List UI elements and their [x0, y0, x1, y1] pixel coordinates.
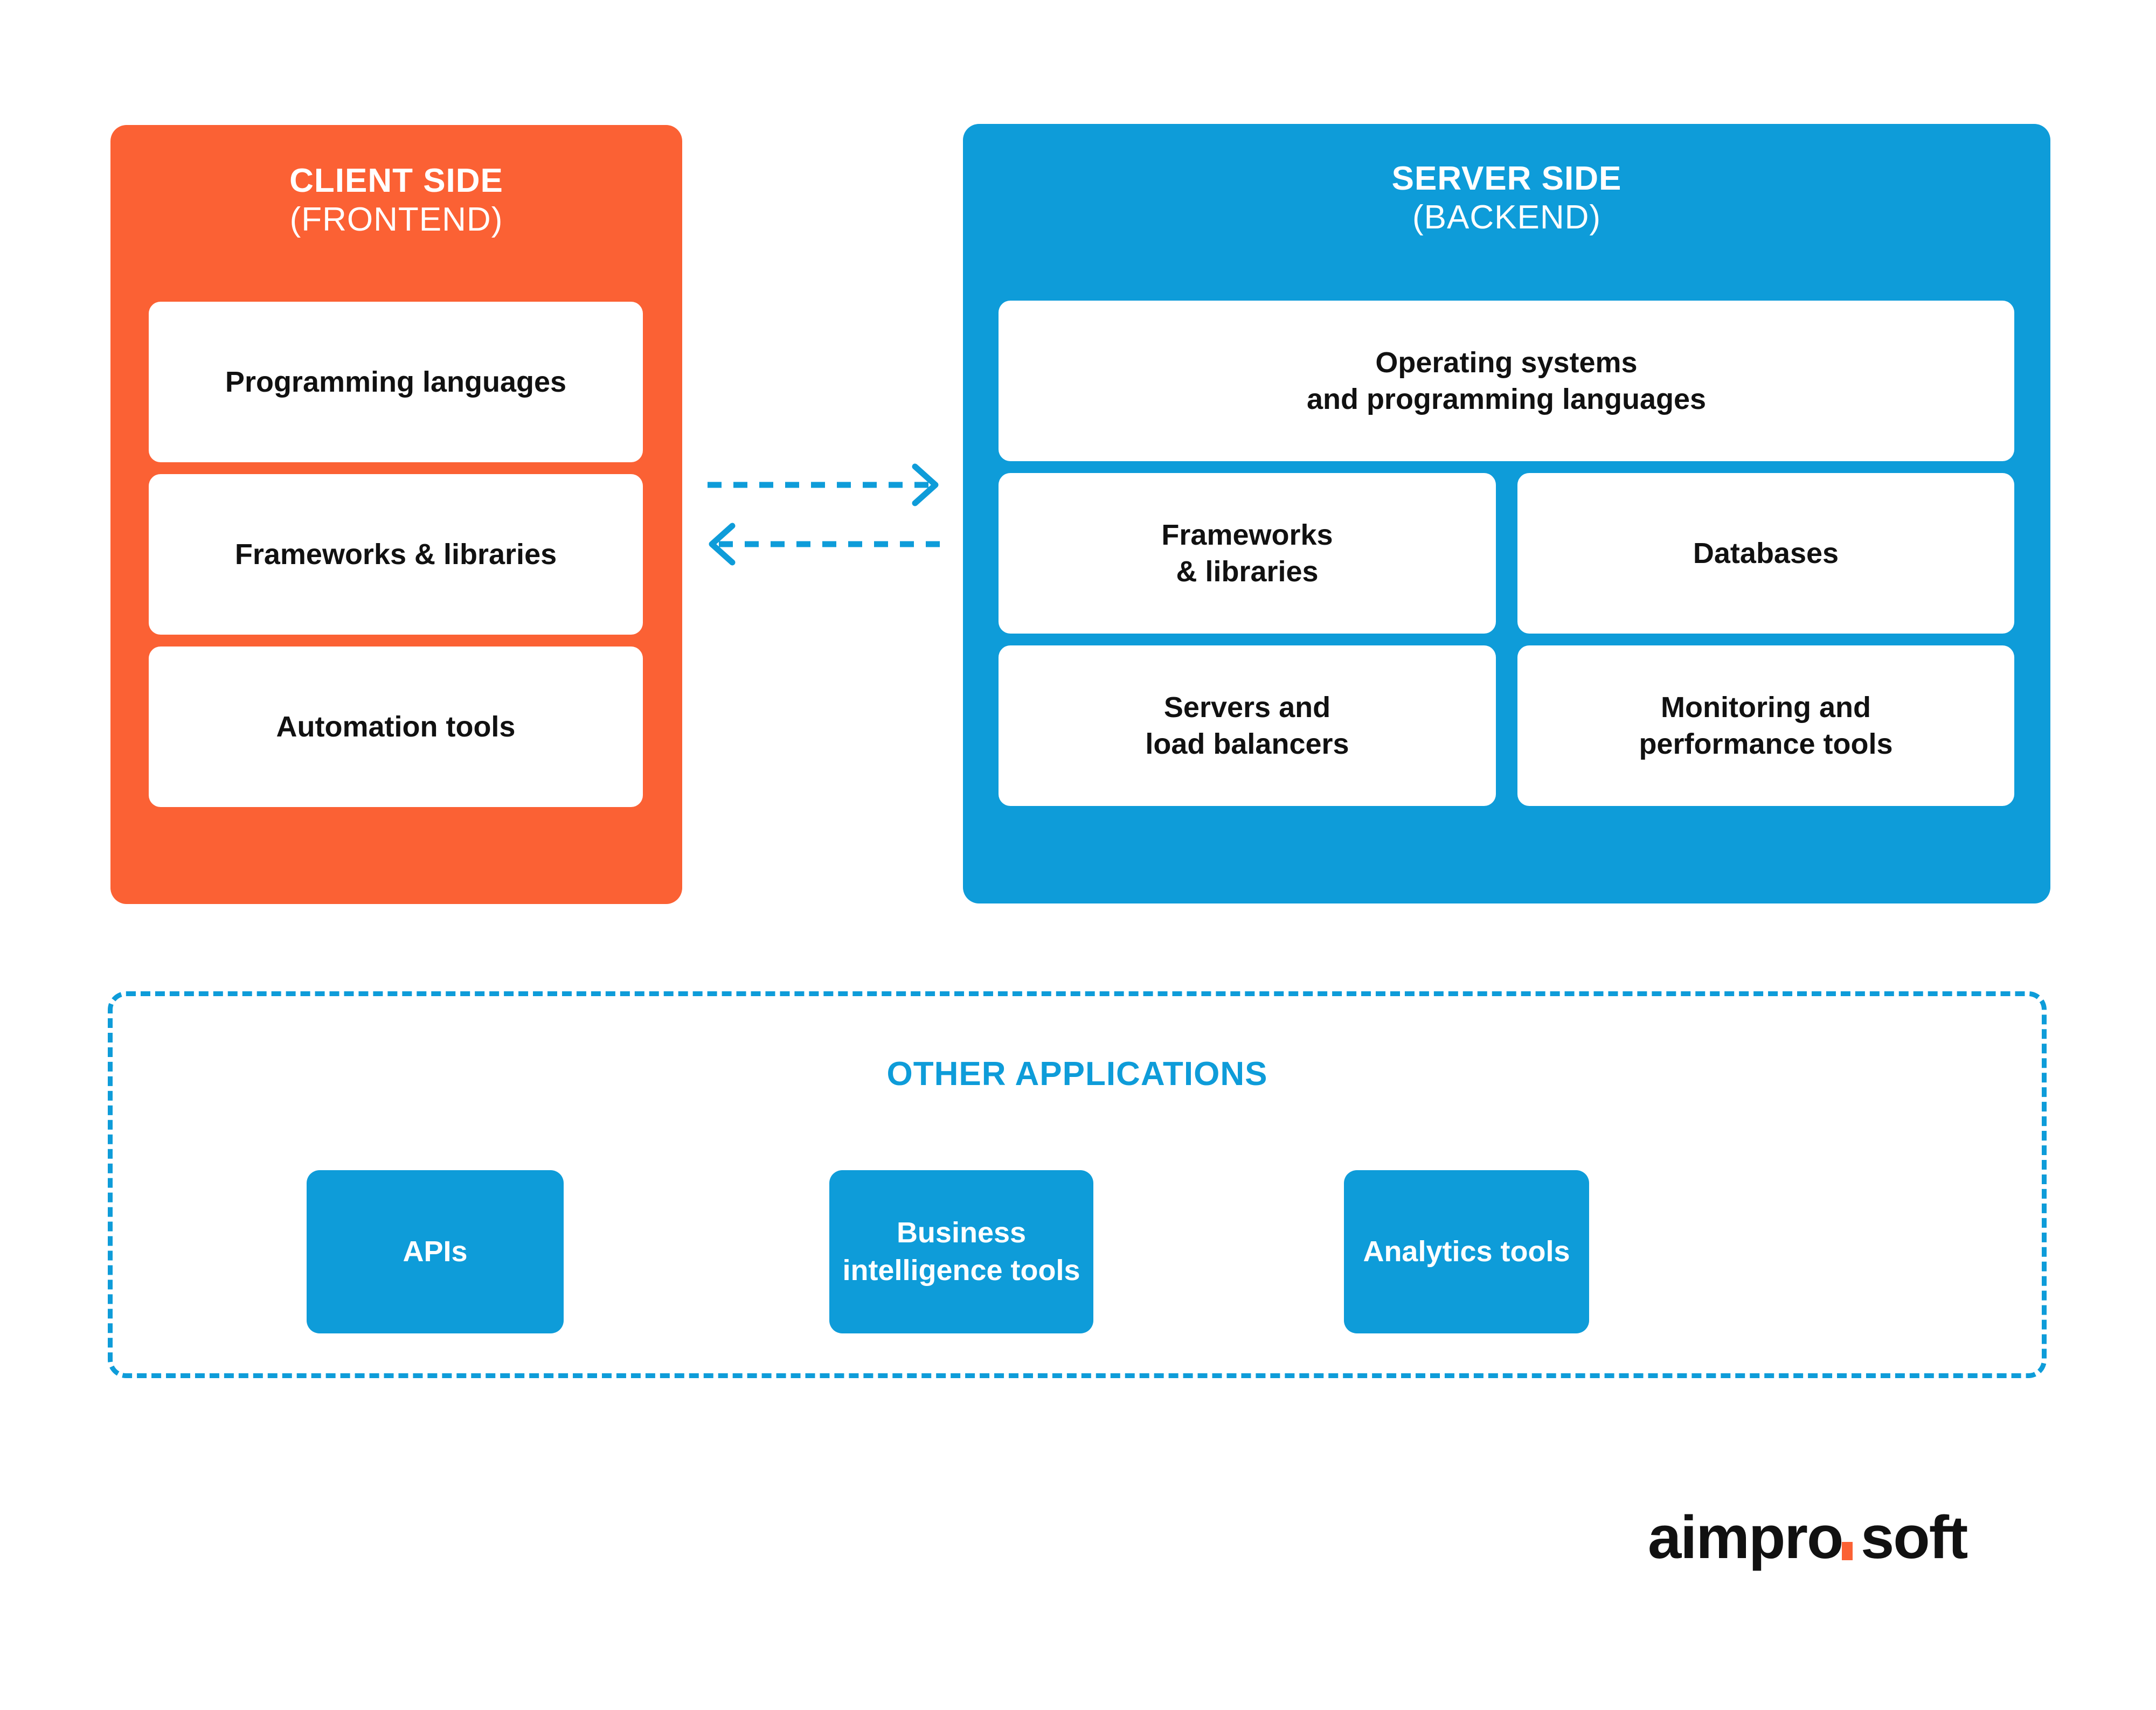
server-card-frameworks-libraries[interactable]: Frameworks & libraries: [999, 473, 1496, 634]
other-card-label: APIs: [403, 1233, 467, 1270]
other-card-apis[interactable]: APIs: [307, 1170, 564, 1333]
other-card-label-line2: intelligence tools: [842, 1254, 1080, 1287]
logo-dot-icon: [1842, 1542, 1853, 1560]
dashed-arrow-left-icon: [709, 523, 940, 566]
server-card-monitoring-performance-tools[interactable]: Monitoring and performance tools: [1517, 645, 2014, 806]
server-card-label: Frameworks & libraries: [1161, 517, 1333, 590]
server-side-heading: SERVER SIDE (BACKEND): [963, 159, 2050, 237]
server-card-label-line1: Servers and: [1163, 691, 1331, 724]
client-card-automation-tools[interactable]: Automation tools: [149, 647, 643, 807]
server-card-label-line1: Frameworks: [1161, 518, 1333, 551]
dashed-arrow-right-icon: [708, 463, 939, 506]
other-card-analytics-tools[interactable]: Analytics tools: [1344, 1170, 1589, 1333]
logo-text-soft: soft: [1861, 1509, 1967, 1571]
server-card-label-line1: Operating systems: [1375, 346, 1638, 379]
server-side-subtitle: (BACKEND): [1412, 198, 1602, 236]
client-side-title: CLIENT SIDE: [289, 162, 503, 199]
client-card-programming-languages[interactable]: Programming languages: [149, 302, 643, 462]
client-side-panel: CLIENT SIDE (FRONTEND) Programming langu…: [110, 125, 682, 904]
other-card-label-line1: APIs: [403, 1235, 468, 1268]
logo-text-aimpro: aimpro: [1648, 1509, 1842, 1571]
other-card-label-line1: Analytics tools: [1363, 1235, 1570, 1268]
server-card-servers-load-balancers[interactable]: Servers and load balancers: [999, 645, 1496, 806]
server-card-label-line1: Databases: [1693, 537, 1839, 569]
server-side-title: SERVER SIDE: [1391, 160, 1622, 197]
client-card-frameworks-libraries[interactable]: Frameworks & libraries: [149, 474, 643, 635]
server-card-label-line2: and programming languages: [1306, 383, 1707, 415]
server-card-label: Monitoring and performance tools: [1639, 689, 1892, 762]
other-card-label-line1: Business: [896, 1217, 1027, 1249]
client-side-heading: CLIENT SIDE (FRONTEND): [110, 162, 682, 239]
server-card-label-line1: Monitoring and: [1661, 691, 1871, 724]
client-side-subtitle: (FRONTEND): [289, 200, 503, 238]
client-card-label: Automation tools: [276, 710, 516, 743]
server-card-label-line2: load balancers: [1145, 728, 1349, 760]
server-card-label-line2: & libraries: [1176, 555, 1319, 588]
client-card-label: Programming languages: [225, 365, 567, 398]
connector-arrows: [682, 447, 965, 587]
server-card-label: Databases: [1693, 535, 1839, 572]
other-applications-panel: OTHER APPLICATIONS APIs Business intelli…: [108, 991, 2047, 1378]
server-card-databases[interactable]: Databases: [1517, 473, 2014, 634]
server-card-operating-systems[interactable]: Operating systems and programming langua…: [999, 301, 2014, 461]
other-applications-title: OTHER APPLICATIONS: [886, 1055, 1268, 1093]
aimprosoft-logo: aimpro soft: [1648, 1504, 2047, 1573]
other-card-label: Analytics tools: [1363, 1233, 1570, 1270]
other-card-business-intelligence-tools[interactable]: Business intelligence tools: [829, 1170, 1093, 1333]
server-card-label: Operating systems and programming langua…: [1307, 344, 1706, 418]
server-side-panel: SERVER SIDE (BACKEND) Operating systems …: [963, 124, 2050, 903]
client-card-label: Frameworks & libraries: [234, 538, 557, 571]
server-card-label: Servers and load balancers: [1145, 689, 1349, 762]
aimprosoft-logo-icon: aimpro soft: [1648, 1504, 1968, 1571]
server-card-label-line2: performance tools: [1639, 728, 1893, 760]
other-card-label: Business intelligence tools: [842, 1214, 1080, 1289]
